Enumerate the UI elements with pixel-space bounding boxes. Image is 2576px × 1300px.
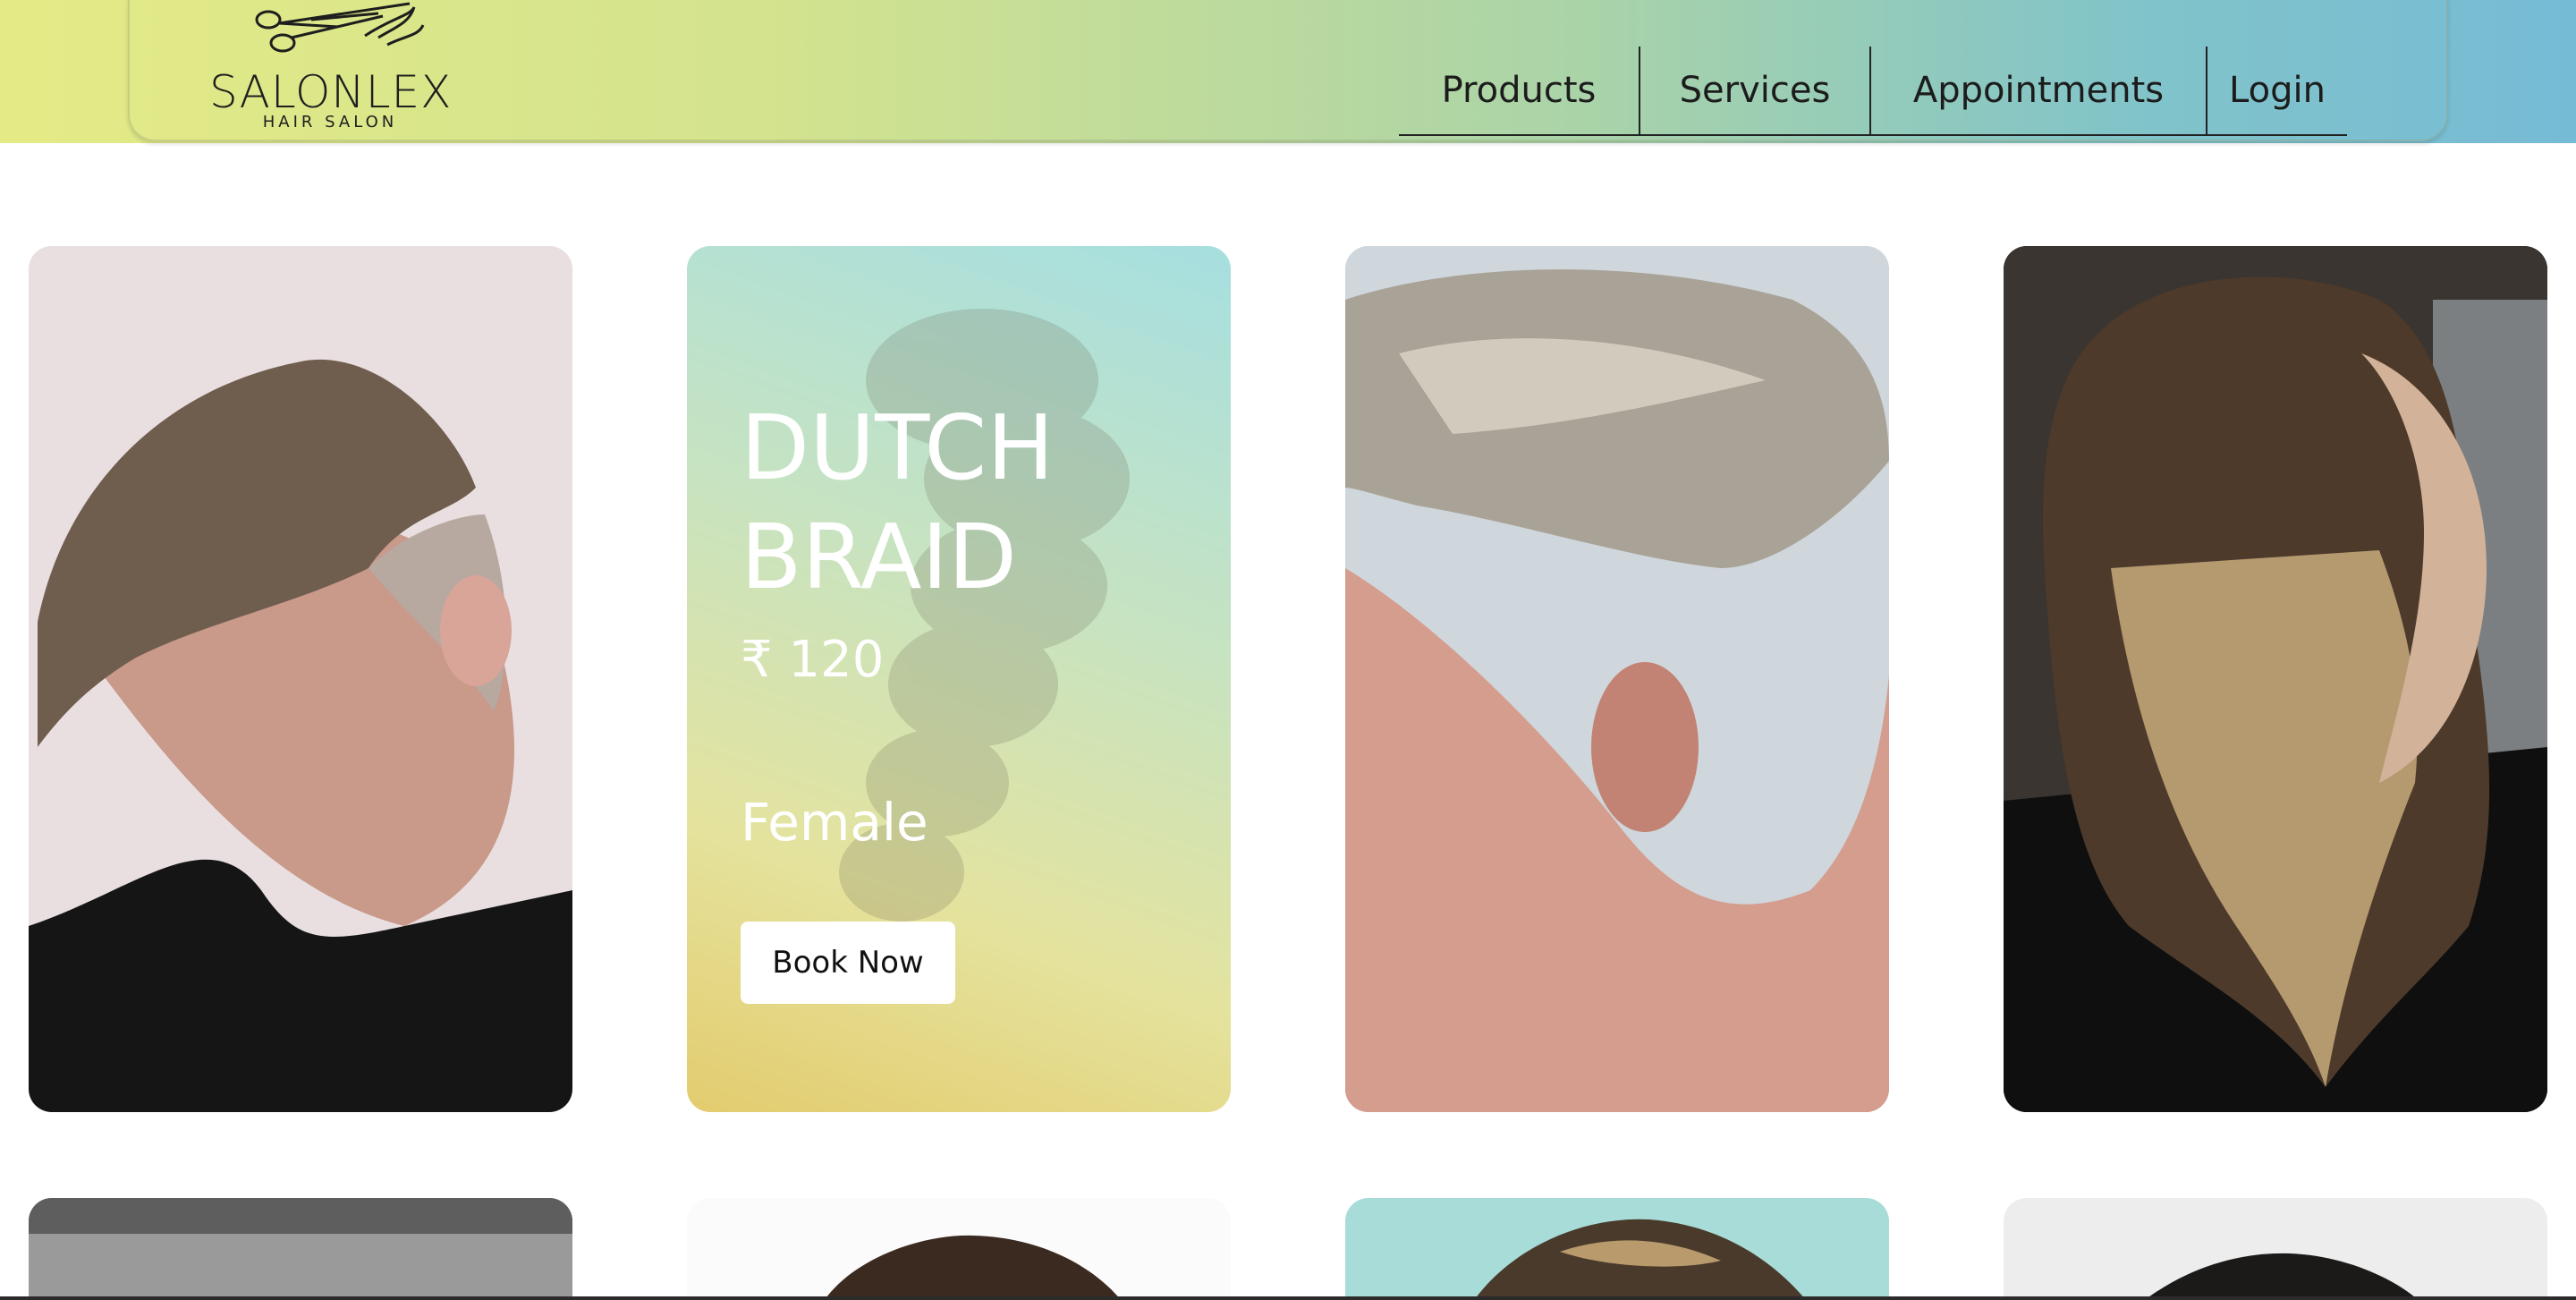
window-bottom-edge [0,1296,2576,1300]
scissors-comb-icon [255,2,425,53]
main-nav: Products Services Appointments Login [1399,47,2347,136]
service-card-row2-4[interactable] [2004,1198,2547,1300]
brand-name: SALONLEX [209,66,453,118]
balayage-photo [2004,246,2547,1112]
book-now-button[interactable]: Book Now [741,922,955,1004]
haircut-photo [29,246,572,1112]
service-card-pixie-undercut[interactable] [1345,246,1889,1112]
haircut-photo [29,1198,572,1300]
service-card-fade-cut[interactable] [29,246,572,1112]
nav-services[interactable]: Services [1640,47,1869,136]
nav-appointments[interactable]: Appointments [1871,47,2206,136]
nav-products[interactable]: Products [1399,47,1639,136]
service-gender: Female [741,792,928,853]
service-card-balayage[interactable] [2004,246,2547,1112]
brand-tagline: HAIR SALON [262,113,398,132]
service-card-row2-1[interactable] [29,1198,572,1300]
nav-login[interactable]: Login [2207,47,2347,136]
afro-hair-photo [2144,1253,2419,1300]
service-card-row2-2[interactable] [687,1198,1231,1300]
service-card-dutch-braid[interactable]: DUTCH BRAID ₹ 120 Female Book Now [687,246,1231,1112]
pixie-photo [1345,246,1889,1112]
service-price: ₹ 120 [741,631,885,689]
service-card-row2-3[interactable] [1345,1198,1889,1300]
haircut-photo [1474,1219,1806,1300]
curly-hair-photo [825,1235,1122,1300]
service-title: DUTCH BRAID [741,395,1055,609]
brand-logo[interactable]: SALONLEX HAIR SALON [209,0,451,134]
